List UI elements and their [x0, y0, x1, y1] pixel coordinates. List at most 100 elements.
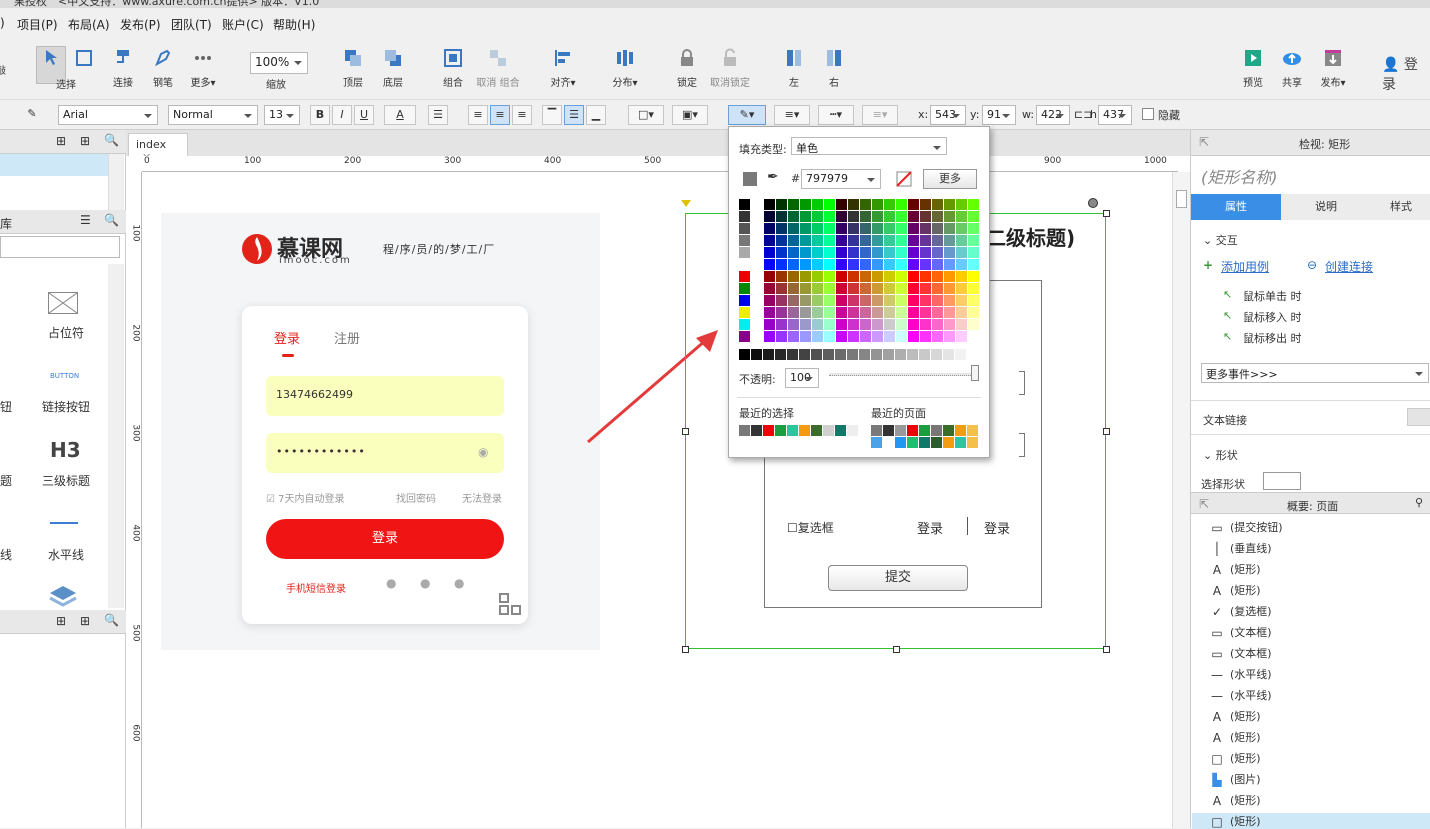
recent-page-swatch[interactable] — [895, 425, 906, 436]
color-swatch[interactable] — [848, 247, 859, 258]
gray-swatch[interactable] — [931, 349, 942, 360]
color-swatch[interactable] — [944, 319, 955, 330]
color-swatch[interactable] — [739, 271, 750, 282]
color-swatch[interactable] — [739, 295, 750, 306]
gray-swatch[interactable] — [943, 349, 954, 360]
color-swatch[interactable] — [896, 259, 907, 270]
opacity-input[interactable]: 100 — [785, 368, 819, 388]
color-swatch[interactable] — [860, 271, 871, 282]
color-swatch[interactable] — [872, 331, 883, 342]
color-swatch[interactable] — [908, 223, 919, 234]
color-swatch[interactable] — [812, 319, 823, 330]
color-swatch[interactable] — [764, 259, 775, 270]
color-swatch[interactable] — [968, 271, 979, 282]
color-swatch[interactable] — [884, 259, 895, 270]
outline-item[interactable]: ✓ (复选框) — [1210, 603, 1272, 619]
handle-mr[interactable] — [1103, 428, 1110, 435]
group-button[interactable]: 组合 — [440, 48, 466, 89]
color-swatch[interactable] — [776, 295, 787, 306]
color-swatch[interactable] — [824, 319, 835, 330]
handle-br[interactable] — [1103, 646, 1110, 653]
color-swatch[interactable] — [860, 223, 871, 234]
event-click[interactable]: 鼠标单击 时 — [1243, 288, 1302, 304]
sms-login-link[interactable]: 手机短信登录 — [286, 580, 346, 595]
add-master-icon[interactable]: ⊞ — [56, 614, 66, 628]
color-swatch[interactable] — [908, 235, 919, 246]
outline-item[interactable]: A (矩形) — [1210, 561, 1261, 577]
color-swatch[interactable] — [872, 259, 883, 270]
color-swatch[interactable] — [848, 307, 859, 318]
unlock-button[interactable]: 取消锁定 — [710, 48, 750, 89]
color-swatch[interactable] — [739, 319, 750, 330]
outline-item[interactable]: ▭ (文本框) — [1210, 645, 1271, 661]
library-scrollbar[interactable] — [108, 264, 124, 608]
color-swatch[interactable] — [776, 307, 787, 318]
opacity-slider[interactable] — [829, 373, 977, 376]
qq-icon[interactable]: ● — [454, 576, 464, 590]
color-swatch[interactable] — [836, 331, 847, 342]
bring-front-button[interactable]: 顶层 — [340, 48, 366, 89]
color-swatch[interactable] — [932, 295, 943, 306]
color-swatch[interactable] — [824, 259, 835, 270]
color-swatch[interactable] — [848, 259, 859, 270]
color-swatch[interactable] — [896, 307, 907, 318]
color-swatch[interactable] — [764, 211, 775, 222]
color-swatch[interactable] — [932, 211, 943, 222]
menu-project[interactable]: 项目(P) — [17, 16, 58, 33]
auto-login-checkbox[interactable]: ☑ 7天内自动登录 — [266, 490, 345, 505]
color-swatch[interactable] — [896, 247, 907, 258]
color-swatch[interactable] — [944, 283, 955, 294]
color-swatch[interactable] — [800, 271, 811, 282]
recent-page-swatch[interactable] — [907, 425, 918, 436]
color-swatch[interactable] — [872, 247, 883, 258]
recent-page-swatch[interactable] — [907, 437, 918, 448]
ungroup-button[interactable]: 取消 组合 — [476, 48, 520, 89]
color-swatch[interactable] — [884, 295, 895, 306]
color-swatch[interactable] — [872, 319, 883, 330]
color-swatch[interactable] — [776, 211, 787, 222]
color-swatch[interactable] — [776, 283, 787, 294]
recent-page-swatch[interactable] — [895, 437, 906, 448]
color-swatch[interactable] — [739, 199, 750, 210]
color-swatch[interactable] — [739, 235, 750, 246]
menu-publish[interactable]: 发布(P) — [120, 16, 161, 33]
color-swatch[interactable] — [872, 283, 883, 294]
color-swatch[interactable] — [776, 247, 787, 258]
color-swatch[interactable] — [764, 271, 775, 282]
color-swatch[interactable] — [836, 199, 847, 210]
color-swatch[interactable] — [860, 283, 871, 294]
color-swatch[interactable] — [920, 271, 931, 282]
outline-item[interactable]: ▭ (提交按钮) — [1210, 519, 1282, 535]
color-swatch[interactable] — [848, 331, 859, 342]
color-swatch[interactable] — [836, 235, 847, 246]
rotate-handle[interactable] — [1088, 198, 1098, 208]
color-swatch[interactable] — [800, 319, 811, 330]
color-swatch[interactable] — [956, 211, 967, 222]
fill-color-button[interactable]: □▾ — [628, 105, 664, 125]
color-swatch[interactable] — [764, 283, 775, 294]
color-swatch[interactable] — [800, 199, 811, 210]
color-swatch[interactable] — [824, 307, 835, 318]
tab-login[interactable]: 登录 — [274, 328, 300, 347]
color-swatch[interactable] — [968, 211, 979, 222]
color-swatch[interactable] — [932, 307, 943, 318]
recent-page-swatch[interactable] — [943, 425, 954, 436]
color-swatch[interactable] — [800, 307, 811, 318]
recent-page-swatch[interactable] — [955, 425, 966, 436]
color-swatch[interactable] — [944, 307, 955, 318]
color-swatch[interactable] — [908, 259, 919, 270]
handle-bl[interactable] — [682, 646, 689, 653]
menu-layout[interactable]: 布局(A) — [68, 16, 110, 33]
recent-swatch[interactable] — [775, 425, 786, 436]
gray-swatch[interactable] — [859, 349, 870, 360]
wechat-icon[interactable]: ● — [420, 576, 430, 590]
color-swatch[interactable] — [800, 259, 811, 270]
color-swatch[interactable] — [800, 283, 811, 294]
color-swatch[interactable] — [932, 199, 943, 210]
recent-swatch[interactable] — [835, 425, 846, 436]
color-swatch[interactable] — [812, 331, 823, 342]
color-swatch[interactable] — [968, 331, 979, 342]
outline-item[interactable]: │ (垂直线) — [1210, 540, 1271, 556]
recent-swatch[interactable] — [799, 425, 810, 436]
color-swatch[interactable] — [800, 331, 811, 342]
